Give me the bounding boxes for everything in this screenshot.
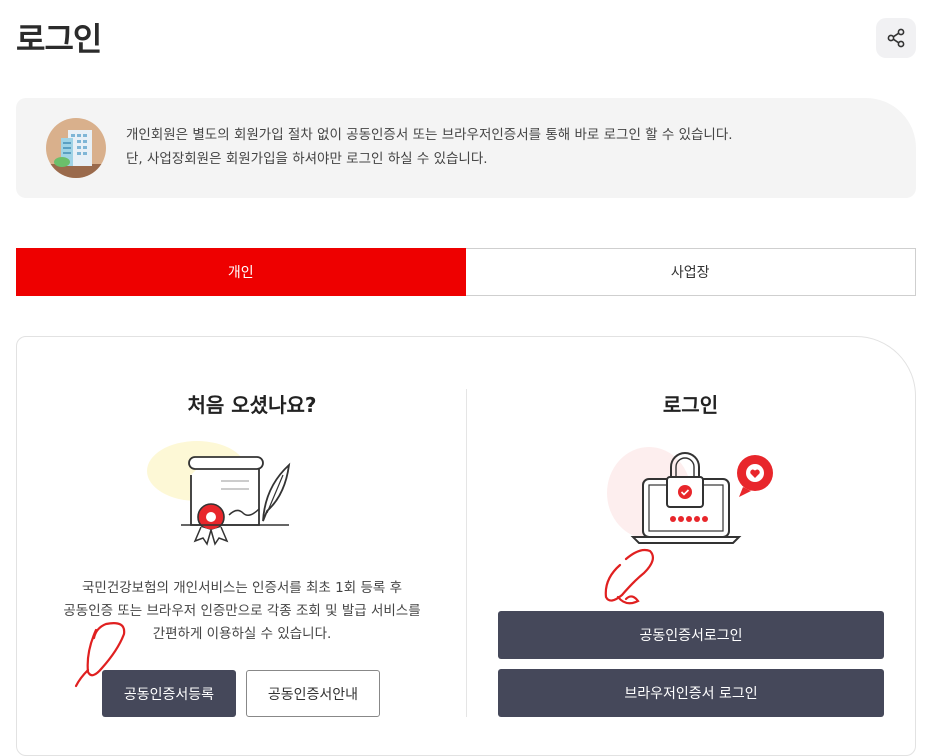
page-title: 로그인 [16, 20, 102, 58]
column-divider [466, 389, 467, 717]
cert-register-button[interactable]: 공동인증서등록 [102, 670, 236, 717]
notice-line-1: 개인회원은 별도의 회원가입 절차 없이 공동인증서 또는 브라우저인증서를 통… [126, 127, 733, 143]
cert-guide-button[interactable]: 공동인증서안내 [246, 670, 380, 717]
tab-personal[interactable]: 개인 [16, 248, 466, 296]
laptop-lock-icon [607, 447, 773, 544]
left-title: 처음 오셨나요? [187, 393, 317, 417]
cert-login-button[interactable]: 공동인증서로그인 [498, 611, 884, 659]
member-type-tabs: 개인 사업장 [16, 248, 916, 296]
notice-box: 개인회원은 별도의 회원가입 절차 없이 공동인증서 또는 브라우저인증서를 통… [16, 98, 916, 198]
tab-business[interactable]: 사업장 [465, 248, 916, 296]
desc-line-3: 간편하게 이용하실 수 있습니다. [152, 626, 332, 642]
share-button[interactable] [876, 18, 916, 58]
left-description: 국민건강보험의 개인서비스는 인증서를 최초 1회 등록 후 공동인증 또는 브… [37, 577, 447, 646]
right-title: 로그인 [662, 393, 719, 417]
building-icon [46, 118, 106, 178]
notice-line-2: 단, 사업장회원은 회원가입을 하셔야만 로그인 하실 수 있습니다. [126, 151, 488, 167]
desc-line-1: 국민건강보험의 개인서비스는 인증서를 최초 1회 등록 후 [82, 580, 402, 596]
browser-cert-login-button[interactable]: 브라우저인증서 로그인 [498, 669, 884, 717]
share-icon [887, 28, 905, 48]
desc-line-2: 공동인증 또는 브라우저 인증만으로 각종 조회 및 발급 서비스를 [63, 603, 421, 619]
certificate-icon [147, 441, 291, 546]
login-card: 처음 오셨나요? 국민건강보험의 개인서비스는 인증서를 최초 1회 등록 후 … [16, 336, 916, 756]
